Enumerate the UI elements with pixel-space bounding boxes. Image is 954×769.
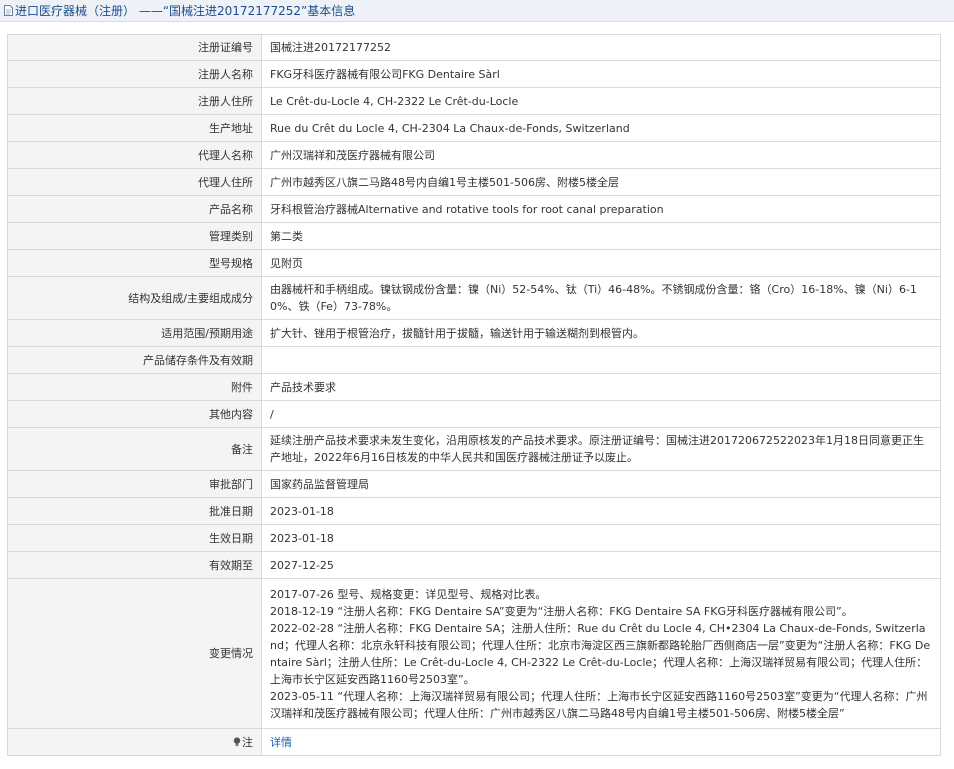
table-row: 产品储存条件及有效期 bbox=[7, 346, 941, 374]
row-label: 生产地址 bbox=[7, 114, 262, 142]
table-row: 注册人住所 Le Crêt-du-Locle 4, CH-2322 Le Crêt… bbox=[7, 87, 941, 115]
lightbulb-icon bbox=[233, 736, 241, 746]
row-label: 代理人名称 bbox=[7, 141, 262, 169]
page-header: 进口医疗器械（注册） ——“国械注进20172177252”基本信息 bbox=[0, 0, 954, 22]
row-label: 注 bbox=[7, 728, 262, 756]
table-row: 适用范围/预期用途 扩大针、锉用于根管治疗，拔髓针用于拔髓，输送针用于输送糊剂到根… bbox=[7, 319, 941, 347]
row-value: Le Crêt-du-Locle 4, CH-2322 Le Crêt-du-L… bbox=[261, 87, 941, 115]
row-value: 2027-12-25 bbox=[261, 551, 941, 579]
table-row: 代理人住所 广州市越秀区八旗二马路48号内自编1号主楼501-506房、附楼5楼全… bbox=[7, 168, 941, 196]
change-entry: 2017-07-26 型号、规格变更：详见型号、规格对比表。 bbox=[270, 587, 547, 601]
info-table: 注册证编号 国械注进20172177252 注册人名称 FKG牙科医疗器械有限公司FK… bbox=[7, 34, 941, 756]
document-icon bbox=[4, 5, 13, 16]
table-row: 注册证编号 国械注进20172177252 bbox=[7, 34, 941, 61]
row-value: 第二类 bbox=[261, 222, 941, 250]
row-label: 代理人住所 bbox=[7, 168, 262, 196]
row-label: 注册人住所 bbox=[7, 87, 262, 115]
row-label: 其他内容 bbox=[7, 400, 262, 428]
table-row: 型号规格 见附页 bbox=[7, 249, 941, 277]
row-label: 型号规格 bbox=[7, 249, 262, 277]
table-row: 其他内容 / bbox=[7, 400, 941, 428]
page-title: 进口医疗器械（注册） ——“国械注进20172177252”基本信息 bbox=[15, 4, 356, 18]
row-value bbox=[261, 346, 941, 374]
row-label: 管理类别 bbox=[7, 222, 262, 250]
row-value: 见附页 bbox=[261, 249, 941, 277]
row-label: 变更情况 bbox=[7, 578, 262, 729]
row-value: 2023-01-18 bbox=[261, 524, 941, 552]
row-value: 由器械杆和手柄组成。镍钛钢成份含量：镍（Ni）52-54%、钛（Ti）46-48… bbox=[261, 276, 941, 320]
details-link[interactable]: 详情 bbox=[270, 736, 292, 749]
row-value: 详情 bbox=[261, 728, 941, 756]
row-label: 产品储存条件及有效期 bbox=[7, 346, 262, 374]
note-label: 注 bbox=[242, 735, 253, 749]
row-label: 批准日期 bbox=[7, 497, 262, 525]
table-row: 代理人名称 广州汉瑞祥和茂医疗器械有限公司 bbox=[7, 141, 941, 169]
table-row: 注册人名称 FKG牙科医疗器械有限公司FKG Dentaire Sàrl bbox=[7, 60, 941, 88]
row-label: 备注 bbox=[7, 427, 262, 471]
row-value: 国械注进20172177252 bbox=[261, 34, 941, 61]
row-value: FKG牙科医疗器械有限公司FKG Dentaire Sàrl bbox=[261, 60, 941, 88]
table-row: 生产地址 Rue du Crêt du Locle 4, CH-2304 La C… bbox=[7, 114, 941, 142]
row-label: 产品名称 bbox=[7, 195, 262, 223]
table-row: 产品名称 牙科根管治疗器械Alternative and rotative too… bbox=[7, 195, 941, 223]
row-value: Rue du Crêt du Locle 4, CH-2304 La Chaux… bbox=[261, 114, 941, 142]
row-value: 牙科根管治疗器械Alternative and rotative tools f… bbox=[261, 195, 941, 223]
change-history: 2017-07-26 型号、规格变更：详见型号、规格对比表。 2018-12-19… bbox=[261, 578, 941, 729]
change-entry: 2023-05-11 “代理人名称：上海汉瑞祥贸易有限公司；代理人住所：上海市长… bbox=[270, 689, 928, 720]
row-label: 附件 bbox=[7, 373, 262, 401]
row-label: 注册人名称 bbox=[7, 60, 262, 88]
table-row: 审批部门 国家药品监督管理局 bbox=[7, 470, 941, 498]
row-label: 适用范围/预期用途 bbox=[7, 319, 262, 347]
table-row: 管理类别 第二类 bbox=[7, 222, 941, 250]
row-label: 结构及组成/主要组成成分 bbox=[7, 276, 262, 320]
row-value: 广州市越秀区八旗二马路48号内自编1号主楼501-506房、附楼5楼全层 bbox=[261, 168, 941, 196]
row-value: 2023-01-18 bbox=[261, 497, 941, 525]
table-row: 批准日期 2023-01-18 bbox=[7, 497, 941, 525]
table-row: 附件 产品技术要求 bbox=[7, 373, 941, 401]
table-row: 备注 延续注册产品技术要求未发生变化，沿用原核发的产品技术要求。原注册证编号：国械… bbox=[7, 427, 941, 471]
table-row: 变更情况 2017-07-26 型号、规格变更：详见型号、规格对比表。 2018-1… bbox=[7, 578, 941, 729]
change-entry: 2018-12-19 “注册人名称：FKG Dentaire SA”变更为“注册… bbox=[270, 604, 853, 618]
row-label: 生效日期 bbox=[7, 524, 262, 552]
table-row: 生效日期 2023-01-18 bbox=[7, 524, 941, 552]
row-label: 审批部门 bbox=[7, 470, 262, 498]
table-row: 注 详情 bbox=[7, 728, 941, 756]
table-row: 有效期至 2027-12-25 bbox=[7, 551, 941, 579]
row-label: 有效期至 bbox=[7, 551, 262, 579]
row-value: 产品技术要求 bbox=[261, 373, 941, 401]
row-value: 国家药品监督管理局 bbox=[261, 470, 941, 498]
row-value: / bbox=[261, 400, 941, 428]
row-label: 注册证编号 bbox=[7, 34, 262, 61]
change-entry: 2022-02-28 “注册人名称：FKG Dentaire SA；注册人住所：… bbox=[270, 621, 931, 686]
table-row: 结构及组成/主要组成成分 由器械杆和手柄组成。镍钛钢成份含量：镍（Ni）52-54… bbox=[7, 276, 941, 320]
row-value: 广州汉瑞祥和茂医疗器械有限公司 bbox=[261, 141, 941, 169]
row-value: 扩大针、锉用于根管治疗，拔髓针用于拔髓，输送针用于输送糊剂到根管内。 bbox=[261, 319, 941, 347]
row-value: 延续注册产品技术要求未发生变化，沿用原核发的产品技术要求。原注册证编号：国械注进… bbox=[261, 427, 941, 471]
